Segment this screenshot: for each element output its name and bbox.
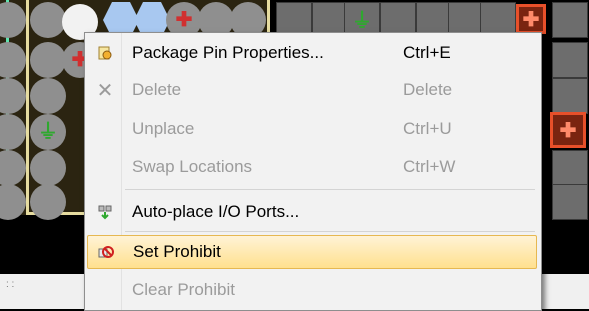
menu-item-label: Swap Locations [132, 157, 253, 176]
menu-item-shortcut: Ctrl+W [403, 157, 456, 176]
properties-icon [91, 37, 119, 69]
package-pin[interactable] [30, 2, 66, 38]
menu-item-clear-prohibit[interactable]: Clear Prohibit [87, 274, 537, 306]
package-pin[interactable]: ⏚ [30, 114, 66, 150]
delete-x-icon: ✕ [96, 79, 114, 102]
menu-item-package-pin-properties[interactable]: Package Pin Properties... Ctrl+E [87, 37, 537, 69]
menu-item-auto-place-io-ports[interactable]: Auto-place I/O Ports... [87, 196, 537, 228]
menu-item-label: Set Prohibit [133, 242, 221, 261]
power-pin-icon: ✚ [559, 120, 577, 142]
auto-place-icon [91, 196, 119, 228]
menu-item-label: Delete [132, 80, 182, 99]
package-pin[interactable] [552, 184, 588, 220]
package-pin[interactable] [552, 150, 588, 186]
power-pin-icon: ✚ [522, 9, 540, 31]
package-pin[interactable]: ✚ [550, 112, 586, 148]
menu-item-delete[interactable]: ✕ Delete Delete [87, 74, 537, 106]
menu-item-shortcut: Delete [403, 80, 453, 99]
context-menu: Package Pin Properties... Ctrl+E ✕ Delet… [84, 32, 542, 311]
resize-grip-icon[interactable]: : : [6, 279, 14, 290]
menu-item-shortcut: Ctrl+U [403, 119, 452, 138]
package-pin[interactable] [552, 78, 588, 114]
menu-item-set-prohibit[interactable]: Set Prohibit [87, 235, 537, 269]
menu-item-label: Auto-place I/O Ports... [132, 202, 300, 221]
package-pin[interactable] [30, 78, 66, 114]
menu-item-shortcut: Ctrl+E [403, 43, 451, 62]
menu-separator [125, 189, 535, 190]
package-pin[interactable] [30, 184, 66, 220]
package-pin[interactable] [552, 2, 588, 38]
menu-item-unplace[interactable]: Unplace Ctrl+U [87, 113, 537, 145]
menu-item-label: Package Pin Properties... [132, 43, 324, 62]
prohibit-icon [92, 236, 120, 268]
package-pin[interactable] [30, 150, 66, 186]
menu-separator [125, 231, 535, 232]
package-pin[interactable]: ✚ [516, 4, 546, 34]
package-pin[interactable] [30, 42, 66, 78]
ground-pin-icon: ⏚ [38, 121, 58, 143]
menu-item-label: Clear Prohibit [132, 280, 235, 299]
menu-item-label: Unplace [132, 119, 195, 138]
menu-item-swap-locations[interactable]: Swap Locations Ctrl+W [87, 151, 537, 183]
package-pin[interactable] [552, 42, 588, 78]
